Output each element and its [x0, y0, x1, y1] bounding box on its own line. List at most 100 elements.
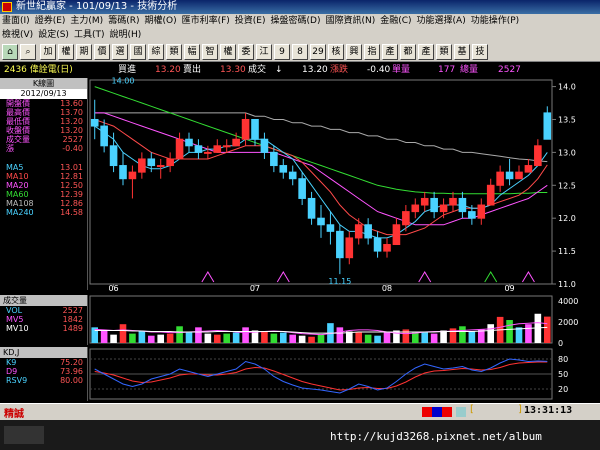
info-label: 最低價 [6, 117, 30, 126]
candle-body [288, 171, 297, 180]
toolbar-button[interactable]: 價 [94, 44, 110, 60]
volume-bar [185, 332, 193, 343]
volume-values: VOL 2527 MV5 1842 MV10 1489 [0, 306, 87, 333]
candle-body [119, 165, 127, 180]
ma-list: MA5 13.01 MA10 12.81 MA20 12.50 MA60 12.39 MA108… [0, 163, 87, 217]
month-label: 06 [108, 284, 118, 293]
quote-bar: 2436 偉詮電(日) 買進 13.20 賣出 13.30 成交 ↓ 13.20… [0, 63, 600, 77]
toolbar-button[interactable]: 類 [436, 44, 452, 60]
toolbar-button[interactable]: 權 [220, 44, 236, 60]
info-value: -0.40 [62, 144, 83, 153]
toolbar-button[interactable]: 智 [202, 44, 218, 60]
info-label: MV10 [6, 324, 29, 333]
volume-bar [204, 333, 212, 343]
candle-body [326, 224, 335, 232]
menu-item[interactable]: 金融(C) [380, 16, 411, 26]
taskbar-thumb[interactable] [4, 426, 44, 444]
info-label: K9 [6, 358, 17, 367]
info-row: 成交量 2527 [0, 135, 87, 144]
candle-body [138, 158, 146, 173]
buy-price: 13.20 [155, 65, 181, 75]
toolbar-button[interactable]: 類 [166, 44, 182, 60]
menu-item[interactable]: 設定(S) [38, 30, 69, 40]
volume-bar [411, 331, 419, 343]
toolbar-button[interactable]: 委 [238, 44, 254, 60]
toolbar-button[interactable]: 8 [292, 44, 308, 60]
info-value: 13.60 [60, 99, 83, 108]
menu-item[interactable]: 主力(M) [70, 16, 103, 26]
volume-bar [345, 331, 353, 343]
info-row: MA20 12.50 [0, 181, 87, 190]
menu-item[interactable]: 證券(E) [35, 16, 66, 26]
signal-cyan-icon [456, 407, 466, 417]
menu-item[interactable]: 功能操作(P) [471, 16, 519, 26]
candle-body [222, 145, 231, 148]
menu-item[interactable]: 操盤密碼(D) [271, 16, 321, 26]
candle-body [534, 145, 542, 167]
info-row: VOL 2527 [0, 306, 87, 315]
toolbar-button[interactable]: 產 [418, 44, 434, 60]
ma60-line [94, 86, 548, 195]
toolbar-button[interactable]: 產 [382, 44, 398, 60]
volume-bar [251, 330, 259, 343]
toolbar-button[interactable]: 幅 [184, 44, 200, 60]
info-row: K9 75.20 [0, 358, 87, 367]
candle-body [270, 151, 278, 167]
toolbar-button[interactable]: 9 [274, 44, 290, 60]
candle-body [477, 204, 486, 219]
toolbar-button[interactable]: 綜 [148, 44, 164, 60]
menu-item[interactable]: 檢視(V) [2, 30, 33, 40]
toolbar-button[interactable]: 選 [112, 44, 128, 60]
toolbar-button[interactable]: 權 [58, 44, 74, 60]
bracket-open-icon: [ [470, 404, 474, 415]
search-icon[interactable]: ⌕ [20, 44, 36, 60]
menu-item[interactable]: 籌碼(R) [108, 16, 139, 26]
info-row: RSV9 80.00 [0, 376, 87, 385]
signal-blue-icon [432, 407, 442, 417]
menu-item[interactable]: 期權(O) [144, 16, 176, 26]
toolbar-button[interactable]: 國 [130, 44, 146, 60]
toolbar-button[interactable]: 基 [454, 44, 470, 60]
volume-bar [298, 335, 306, 343]
candle-body [543, 112, 552, 140]
toolbar-button[interactable]: 江 [256, 44, 272, 60]
menu-item[interactable]: 畫面(I) [2, 16, 30, 26]
info-label: 成交量 [6, 135, 30, 144]
toolbar-button[interactable]: 期 [76, 44, 92, 60]
volume-frame [89, 295, 553, 344]
signal-marker [201, 271, 215, 283]
toolbar-button[interactable]: 加 [40, 44, 56, 60]
candle-body [232, 138, 240, 147]
menu-item[interactable]: 說明(H) [109, 30, 141, 40]
toolbar-button[interactable]: 興 [346, 44, 362, 60]
volume-bar [374, 335, 381, 343]
toolbar-button[interactable]: 指 [364, 44, 380, 60]
volume-bar [129, 333, 136, 343]
info-row: 最高價 13.70 [0, 108, 87, 117]
menu-item[interactable]: 匯市利率(F) [182, 16, 230, 26]
menu-item[interactable]: 投資(E) [235, 16, 266, 26]
home-icon[interactable]: ⌂ [2, 44, 18, 60]
candle-body [241, 118, 250, 140]
volume-bar [383, 332, 391, 343]
toolbar-button[interactable]: 29 [310, 44, 326, 60]
toolbar-button[interactable]: 核 [328, 44, 344, 60]
price-tick-label: 12.5 [558, 181, 576, 190]
info-row: MA5 13.01 [0, 163, 87, 172]
volume-bar [515, 327, 523, 343]
menu-item[interactable]: 功能選擇(A) [417, 16, 466, 26]
menu-row-2: 檢視(V) 設定(S) 工具(T) 說明(H) [2, 28, 146, 42]
toolbar-button[interactable]: 都 [400, 44, 416, 60]
volume-bar [270, 333, 278, 343]
toolbar-button[interactable]: 技 [472, 44, 488, 60]
month-label: 07 [250, 284, 260, 293]
menu-item[interactable]: 工具(T) [74, 30, 105, 40]
volume-bar [242, 327, 249, 343]
candle-body [166, 158, 174, 167]
menu-row-1: 畫面(I) 證券(E) 主力(M) 籌碼(R) 期權(O) 匯市利率(F) 投資(E) 操盤密… [2, 14, 524, 28]
kline-title: K線圖 [0, 78, 87, 89]
menu-item[interactable]: 國際資訊(N) [325, 16, 375, 26]
info-value: 2527 [62, 135, 83, 144]
volume-bar [355, 332, 363, 343]
kd-frame [89, 348, 553, 400]
